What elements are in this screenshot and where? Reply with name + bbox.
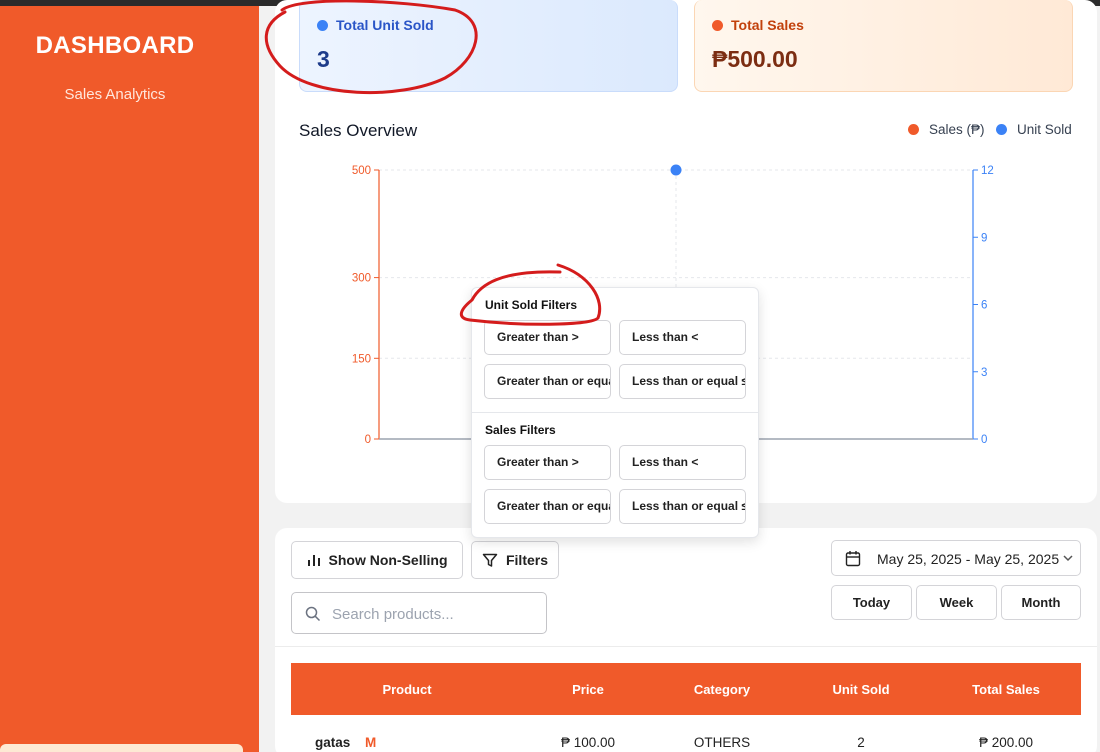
unit-sold-point bbox=[670, 164, 682, 176]
sales-greater-than-button[interactable]: Greater than > bbox=[484, 445, 611, 480]
cell-unit-sold: 2 bbox=[857, 735, 865, 750]
filters-button[interactable]: Filters bbox=[471, 541, 559, 579]
unit-greater-equal-button[interactable]: Greater than or equal ≥ bbox=[484, 364, 611, 399]
column-header-category[interactable]: Category bbox=[682, 682, 762, 697]
right-tick-label: 6 bbox=[981, 300, 987, 312]
sales-filters-heading: Sales Filters bbox=[485, 423, 556, 437]
panel-divider bbox=[275, 646, 1097, 647]
search-input[interactable] bbox=[332, 603, 532, 625]
left-tick-label: 0 bbox=[365, 434, 371, 446]
filters-dropdown: Unit Sold Filters Greater than > Less th… bbox=[471, 287, 759, 538]
left-tick-label: 300 bbox=[352, 273, 371, 285]
chevron-down-icon bbox=[1063, 555, 1073, 562]
right-axis-ticks: 12 9 6 3 0 bbox=[973, 165, 994, 446]
month-button[interactable]: Month bbox=[1001, 585, 1081, 620]
sidebar-footer bbox=[0, 744, 243, 752]
sales-less-than-button[interactable]: Less than < bbox=[619, 445, 746, 480]
unit-sold-filters-heading: Unit Sold Filters bbox=[485, 298, 578, 312]
sales-greater-equal-button[interactable]: Greater than or equal ≥ bbox=[484, 489, 611, 524]
right-tick-label: 3 bbox=[981, 367, 987, 379]
date-range-text: May 25, 2025 - May 25, 2025 bbox=[877, 551, 1060, 567]
search-box[interactable] bbox=[291, 592, 547, 634]
sales-less-equal-button[interactable]: Less than or equal ≤ bbox=[619, 489, 746, 524]
search-icon bbox=[305, 606, 321, 622]
right-tick-label: 0 bbox=[981, 434, 987, 446]
week-button[interactable]: Week bbox=[916, 585, 997, 620]
cell-total-sales: ₱ 200.00 bbox=[978, 735, 1034, 750]
show-non-selling-button[interactable]: Show Non-Selling bbox=[291, 541, 463, 579]
filters-label: Filters bbox=[505, 552, 548, 568]
unit-less-than-button[interactable]: Less than < bbox=[619, 320, 746, 355]
right-tick-label: 9 bbox=[981, 232, 987, 244]
cell-product: gatas bbox=[315, 735, 351, 750]
left-tick-label: 150 bbox=[352, 353, 371, 365]
calendar-icon bbox=[845, 551, 861, 567]
left-tick-label: 500 bbox=[352, 165, 371, 177]
filter-funnel-icon bbox=[482, 553, 498, 567]
bar-chart-icon bbox=[307, 555, 320, 566]
column-header-unit-sold[interactable]: Unit Sold bbox=[811, 682, 911, 697]
cell-size-badge: M bbox=[365, 735, 377, 750]
column-header-total-sales[interactable]: Total Sales bbox=[956, 682, 1056, 697]
column-header-product[interactable]: Product bbox=[367, 682, 447, 697]
cell-price: ₱ 100.00 bbox=[560, 735, 616, 750]
today-button[interactable]: Today bbox=[831, 585, 912, 620]
right-tick-label: 12 bbox=[981, 165, 994, 177]
table-row[interactable]: gatas M ₱ 100.00 OTHERS 2 ₱ 200.00 bbox=[291, 715, 1081, 752]
show-non-selling-label: Show Non-Selling bbox=[328, 552, 448, 568]
unit-less-equal-button[interactable]: Less than or equal ≤ bbox=[619, 364, 746, 399]
table-header: Product Price Category Unit Sold Total S… bbox=[291, 663, 1081, 715]
date-range-picker[interactable]: May 25, 2025 - May 25, 2025 bbox=[831, 540, 1081, 576]
cell-category: OTHERS bbox=[693, 735, 751, 750]
unit-greater-than-button[interactable]: Greater than > bbox=[484, 320, 611, 355]
column-header-price[interactable]: Price bbox=[548, 682, 628, 697]
left-axis-ticks: 500 300 150 0 bbox=[352, 165, 379, 446]
dropdown-divider bbox=[472, 412, 758, 413]
